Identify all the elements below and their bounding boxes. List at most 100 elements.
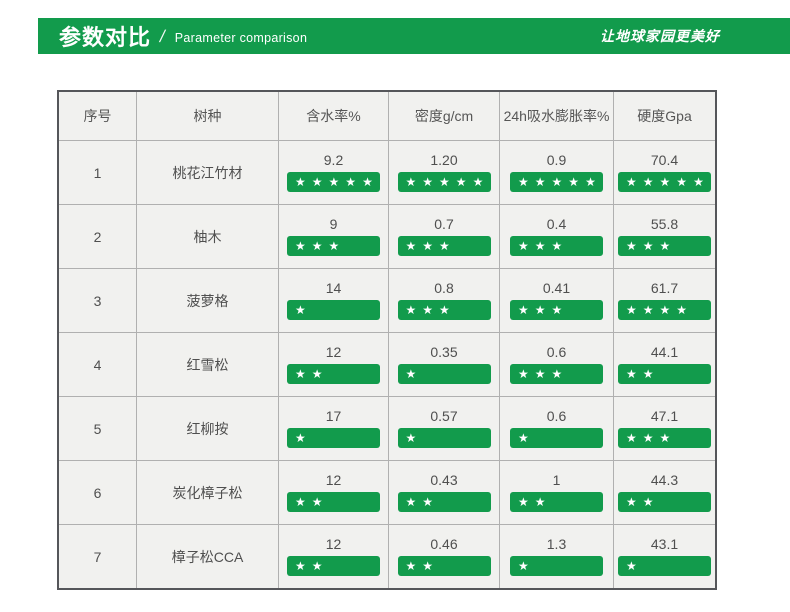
star-icon: ★ [534, 367, 546, 381]
star-icon: ★ [551, 367, 563, 381]
star-rating-badge: ★ ★ ★ [510, 236, 603, 256]
star-rating-badge: ★ ★ ★ ★ ★ [287, 172, 380, 192]
star-icon: ★ [534, 239, 546, 253]
star-rating-badge: ★ ★ ★ ★ [618, 300, 711, 320]
star-icon: ★ [659, 431, 671, 445]
metric-cell: 1.3 ★ [500, 525, 613, 588]
star-icon: ★ [422, 303, 434, 317]
star-icon: ★ [295, 431, 306, 445]
star-icon: ★ [439, 303, 450, 317]
metric-cell: 9.2 ★ ★ ★ ★ ★ [279, 141, 388, 204]
star-rating-badge: ★ ★ [287, 364, 380, 384]
star-icon: ★ [534, 495, 546, 509]
metric-cell: 0.7 ★ ★ ★ [389, 205, 499, 268]
metric-cell: 12 ★ ★ [279, 461, 388, 524]
row-index-cell: 6 [59, 461, 136, 524]
metric-cell: 14 ★ [279, 269, 388, 332]
star-rating-badge: ★ ★ ★ [618, 428, 711, 448]
metric-value: 12 [325, 344, 342, 360]
star-icon: ★ [295, 559, 306, 573]
star-rating-badge: ★ ★ [397, 492, 491, 512]
star-icon: ★ [405, 559, 417, 573]
star-icon: ★ [422, 239, 434, 253]
species-cell: 桃花江竹材 [137, 141, 278, 204]
header-cell-1: 树种 [137, 92, 278, 140]
metric-value: 0.6 [546, 408, 567, 424]
metric-value: 43.1 [650, 536, 679, 552]
star-icon: ★ [439, 239, 450, 253]
star-icon: ★ [659, 239, 671, 253]
metric-cell: 0.8 ★ ★ ★ [389, 269, 499, 332]
star-rating-badge: ★ [287, 428, 380, 448]
row-index-cell: 7 [59, 525, 136, 588]
metric-cell: 70.4 ★ ★ ★ ★ ★ [614, 141, 715, 204]
metric-cell: 0.9 ★ ★ ★ ★ ★ [500, 141, 613, 204]
metric-cell: 0.6 ★ [500, 397, 613, 460]
star-rating-badge: ★ ★ ★ [510, 364, 603, 384]
comparison-table: 序号 树种 含水率% 密度g/cm 24h吸水膨胀率% 硬度Gpa 1 桃花江竹材 9.2 ★ ★ ★… [57, 90, 717, 590]
metric-cell: 0.46 ★ ★ [389, 525, 499, 588]
metric-cell: 0.4 ★ ★ ★ [500, 205, 613, 268]
row-index-cell: 3 [59, 269, 136, 332]
star-icon: ★ [642, 239, 654, 253]
star-icon: ★ [534, 303, 546, 317]
star-rating-badge: ★ [397, 428, 491, 448]
star-icon: ★ [518, 175, 529, 189]
star-icon: ★ [518, 431, 529, 445]
metric-value: 1.3 [546, 536, 567, 552]
star-icon: ★ [439, 175, 450, 189]
star-icon: ★ [676, 303, 688, 317]
star-icon: ★ [472, 175, 484, 189]
star-icon: ★ [295, 175, 306, 189]
star-icon: ★ [405, 367, 417, 381]
metric-value: 0.8 [434, 280, 454, 296]
star-icon: ★ [422, 559, 434, 573]
star-rating-badge: ★ ★ ★ ★ ★ [510, 172, 603, 192]
metric-cell: 47.1 ★ ★ ★ [614, 397, 715, 460]
star-icon: ★ [642, 495, 654, 509]
page: 参数对比 / Parameter comparison 让地球家园更美好 序号树… [0, 0, 790, 612]
metric-value: 12 [325, 472, 342, 488]
metric-value: 0.35 [430, 344, 458, 360]
metric-cell: 0.6 ★ ★ ★ [500, 333, 613, 396]
star-icon: ★ [328, 239, 340, 253]
star-icon: ★ [518, 367, 529, 381]
star-icon: ★ [568, 175, 580, 189]
star-icon: ★ [626, 495, 637, 509]
star-icon: ★ [405, 175, 417, 189]
metric-value: 0.43 [430, 472, 458, 488]
species-cell: 红柳按 [137, 397, 278, 460]
metric-cell: 1.20 ★ ★ ★ ★ ★ [389, 141, 499, 204]
star-icon: ★ [518, 303, 529, 317]
star-icon: ★ [626, 431, 637, 445]
star-icon: ★ [534, 175, 546, 189]
row-index-cell: 2 [59, 205, 136, 268]
title-separator: / [158, 27, 167, 46]
species-cell: 炭化樟子松 [137, 461, 278, 524]
star-rating-badge: ★ [618, 556, 711, 576]
star-rating-badge: ★ ★ [618, 364, 711, 384]
star-icon: ★ [328, 175, 340, 189]
header-cell-4: 24h吸水膨胀率% [500, 92, 613, 140]
star-icon: ★ [405, 303, 417, 317]
star-icon: ★ [626, 303, 637, 317]
row-index-cell: 4 [59, 333, 136, 396]
species-cell: 红雪松 [137, 333, 278, 396]
star-icon: ★ [422, 495, 434, 509]
star-icon: ★ [642, 175, 654, 189]
star-icon: ★ [295, 495, 306, 509]
star-icon: ★ [422, 175, 434, 189]
star-rating-badge: ★ [397, 364, 491, 384]
metric-value: 0.9 [546, 152, 567, 168]
page-subtitle: Parameter comparison [174, 31, 308, 45]
star-icon: ★ [405, 431, 417, 445]
star-icon: ★ [518, 559, 529, 573]
star-icon: ★ [551, 303, 563, 317]
star-icon: ★ [518, 239, 529, 253]
metric-value: 70.4 [650, 152, 679, 168]
star-icon: ★ [295, 239, 306, 253]
star-rating-badge: ★ ★ ★ [510, 300, 603, 320]
metric-value: 0.7 [434, 216, 454, 232]
star-icon: ★ [455, 175, 467, 189]
metric-cell: 0.57 ★ [389, 397, 499, 460]
